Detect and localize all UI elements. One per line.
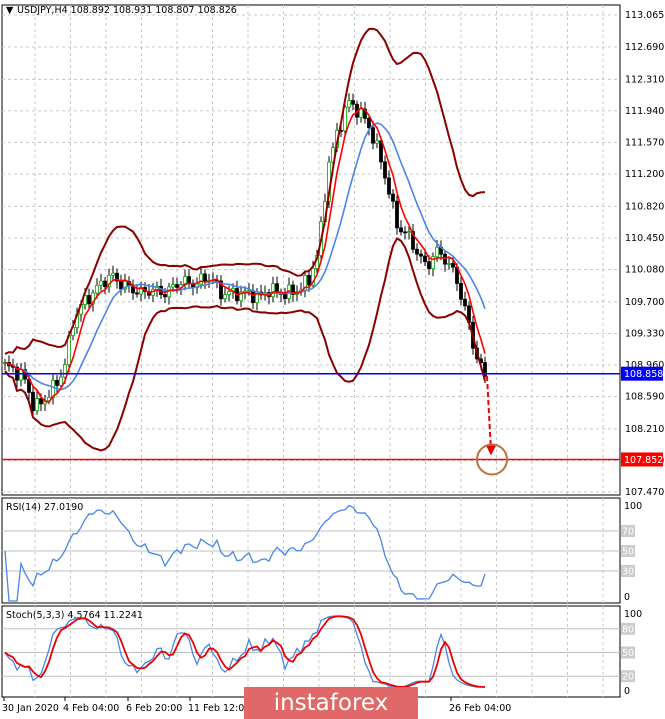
indicator-level-label: 30: [622, 567, 634, 578]
candle-body: [459, 282, 463, 300]
candle-body: [35, 398, 39, 412]
candle-body: [31, 391, 35, 412]
candle-body: [203, 273, 207, 282]
indicator-min-label: 0: [624, 686, 630, 697]
forecast-arrow: [486, 376, 492, 452]
candle-body: [419, 253, 423, 257]
candle-body: [175, 284, 179, 288]
price-tick-label: 108.210: [625, 424, 664, 435]
indicator-level-label: 70: [622, 527, 634, 538]
candle-body: [399, 227, 403, 233]
candle-body: [39, 398, 43, 405]
candle-body: [307, 275, 311, 286]
fast-ma-line: [4, 106, 486, 404]
panel-0: [1, 4, 621, 496]
price-level-label: 107.852: [624, 455, 663, 466]
candle-body: [187, 276, 191, 284]
candle-body: [247, 290, 251, 293]
candle-body: [111, 272, 115, 276]
indicator-level-label: 80: [622, 624, 634, 635]
candle-body: [99, 280, 103, 286]
time-axis-label: 6 Feb 20:00: [126, 703, 182, 714]
candle-body: [283, 294, 287, 299]
candle-body: [227, 291, 231, 296]
price-tick-label: 110.450: [625, 233, 664, 244]
price-tick-label: 110.820: [625, 201, 664, 212]
candle-body: [163, 294, 167, 298]
price-tick-label: 111.570: [625, 137, 664, 148]
candle-body: [275, 283, 279, 293]
price-tick-label: 110.080: [625, 265, 664, 276]
candle-body: [55, 379, 59, 386]
price-level-label: 108.858: [624, 369, 663, 380]
time-axis-label: 26 Feb 04:00: [449, 703, 511, 714]
indicator-min-label: 0: [624, 592, 630, 603]
candle-body: [347, 100, 351, 108]
candle-body: [447, 263, 451, 265]
candle-body: [351, 100, 355, 105]
candle-body: [463, 298, 467, 307]
candle-body: [407, 231, 411, 234]
price-tick-label: 107.470: [625, 487, 664, 498]
price-tick-label: 112.310: [625, 74, 664, 85]
candle-body: [19, 369, 23, 381]
candle-body: [415, 248, 419, 255]
indicator-max-label: 100: [624, 609, 642, 620]
candle-body: [403, 231, 407, 234]
price-tick-label: 112.690: [625, 42, 664, 53]
candle-body: [59, 376, 63, 386]
candle-body: [171, 284, 175, 288]
rsi-line: [4, 504, 486, 602]
candle-body: [95, 284, 99, 294]
candle-body: [87, 295, 91, 305]
candle-body: [383, 161, 387, 179]
candle-body: [103, 280, 107, 287]
symbol-dropdown-icon: ▼: [6, 5, 14, 16]
slow-ma-line: [4, 122, 486, 391]
candle-body: [119, 280, 123, 290]
price-tick-label: 111.940: [625, 106, 664, 117]
candle-body: [251, 290, 255, 304]
indicator-level-label: 50: [622, 547, 634, 558]
candle-body: [443, 253, 447, 265]
candle-body: [271, 283, 275, 298]
price-tick-label: 109.700: [625, 297, 664, 308]
candle-body: [243, 290, 247, 293]
indicator-title: RSI(14) 27.0190: [6, 502, 83, 513]
candle-body: [359, 108, 363, 118]
candle-body: [375, 140, 379, 144]
symbol-label: USDJPY,H4 108.892 108.931 108.807 108.82…: [17, 5, 237, 16]
candle-body: [395, 200, 399, 229]
candle-body: [135, 292, 139, 295]
candle-body: [223, 294, 227, 300]
chart-window[interactable]: 113.065 112.690 112.310 111.940 111.570 111.2…: [0, 0, 665, 719]
candle-body: [451, 263, 455, 268]
price-tick-label: 109.330: [625, 328, 664, 339]
chart-svg[interactable]: 113.065 112.690 112.310 111.940 111.570 111.2…: [0, 0, 665, 719]
price-tick-label: 108.590: [625, 392, 664, 403]
time-axis-label: 4 Feb 04:00: [63, 703, 119, 714]
indicator-level-label: 50: [622, 648, 634, 659]
candle-body: [423, 255, 427, 263]
candle-body: [427, 261, 431, 270]
candle-body: [435, 246, 439, 258]
watermark-logo: instaforex: [244, 687, 418, 719]
candle-body: [371, 127, 375, 144]
time-axis-label: 30 Jan 2020: [2, 703, 59, 714]
arrow-head-icon: [486, 445, 496, 456]
price-tick-label: 113.065: [625, 10, 664, 21]
indicator-level-label: 20: [622, 672, 634, 683]
candle-body: [367, 117, 371, 129]
indicator-max-label: 100: [624, 501, 642, 512]
candle-body: [387, 177, 391, 195]
candle-body: [391, 193, 395, 202]
price-tick-label: 111.200: [625, 169, 664, 180]
time-axis-label: 11 Feb 12:00: [188, 703, 250, 714]
